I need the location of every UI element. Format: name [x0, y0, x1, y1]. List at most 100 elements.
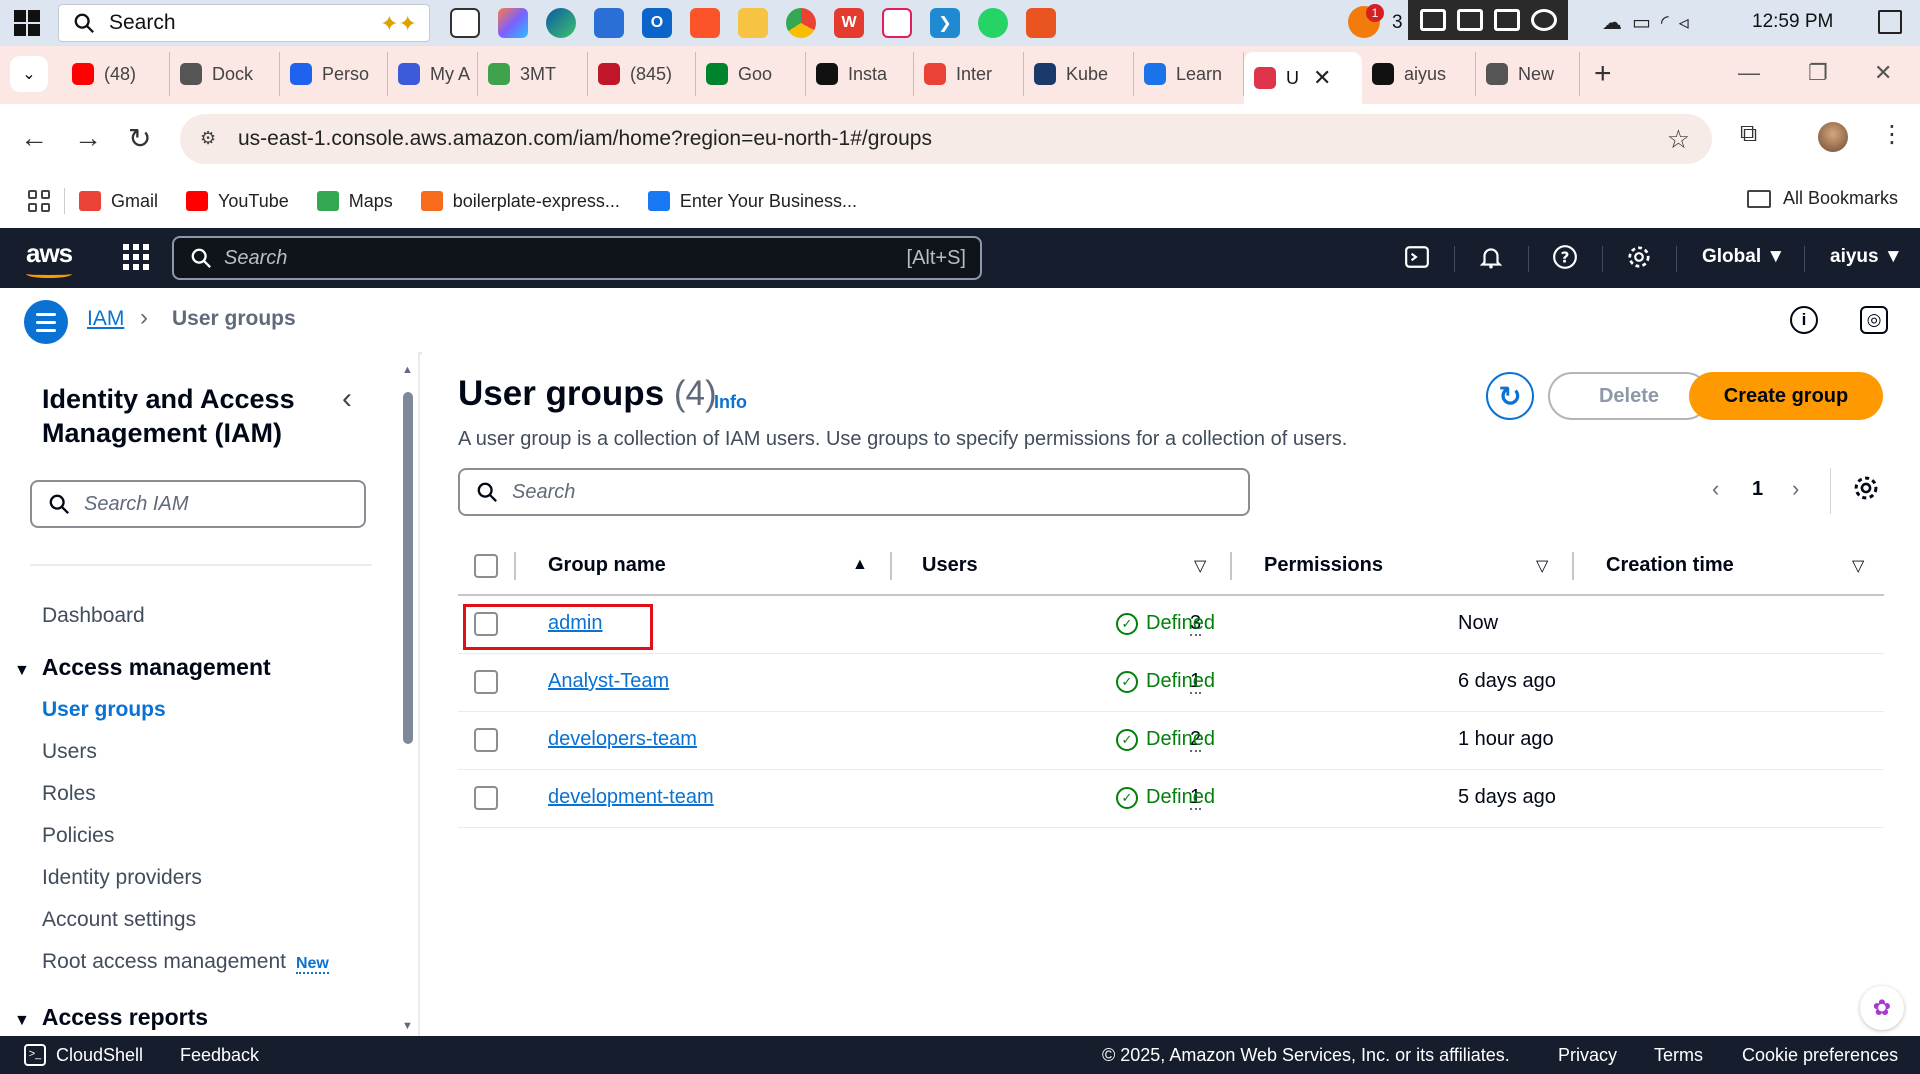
- outlook-icon[interactable]: O: [642, 8, 672, 38]
- aws-logo[interactable]: aws: [26, 238, 73, 269]
- address-bar[interactable]: ⚙ us-east-1.console.aws.amazon.com/iam/h…: [180, 114, 1712, 164]
- copilot-icon[interactable]: [498, 8, 528, 38]
- screen-capture-toolbar[interactable]: [1408, 0, 1568, 40]
- sort-icon[interactable]: ▽: [1536, 556, 1548, 576]
- browser-tab[interactable]: Inter: [914, 52, 1024, 96]
- aws-search-input[interactable]: Search [Alt+S]: [172, 236, 982, 280]
- browser-tab[interactable]: U ✕: [1244, 52, 1362, 104]
- browser-tab[interactable]: My A: [388, 52, 478, 96]
- column-header-users[interactable]: Users: [922, 554, 978, 577]
- services-grid-icon[interactable]: [123, 244, 149, 270]
- scroll-up-icon[interactable]: ▲: [402, 364, 413, 376]
- group-name-link[interactable]: Analyst-Team: [548, 670, 669, 693]
- sidebar-scrollbar[interactable]: ▲ ▼: [400, 364, 414, 1032]
- cloudshell-icon[interactable]: >_: [24, 1044, 46, 1066]
- minimize-icon[interactable]: —: [1738, 60, 1760, 86]
- reload-icon[interactable]: ↻: [128, 122, 151, 155]
- extensions-icon[interactable]: ⧉: [1740, 120, 1757, 148]
- column-header-group-name[interactable]: Group name: [548, 554, 666, 577]
- slack-icon[interactable]: [882, 8, 912, 38]
- settings-icon[interactable]: [1530, 9, 1557, 31]
- sort-ascending-icon[interactable]: ▲: [852, 556, 868, 574]
- gear-icon[interactable]: [1624, 242, 1654, 272]
- taskbar-search[interactable]: Search ✦✦: [58, 4, 430, 42]
- new-tab-plus-icon[interactable]: +: [1594, 52, 1612, 104]
- cloudshell-icon[interactable]: [1402, 242, 1432, 272]
- group-name-link[interactable]: developers-team: [548, 728, 697, 751]
- sidebar-item-users[interactable]: Users: [42, 740, 97, 764]
- sort-icon[interactable]: ▽: [1194, 556, 1206, 576]
- chrome-icon[interactable]: [786, 8, 816, 38]
- browser-tab[interactable]: Kube: [1024, 52, 1134, 96]
- current-page[interactable]: 1: [1752, 478, 1763, 501]
- security-panel-icon[interactable]: ◎: [1860, 306, 1888, 334]
- system-tray-icons[interactable]: ☁▭◜◃: [1602, 10, 1699, 35]
- group-name-link[interactable]: development-team: [548, 786, 714, 809]
- browser-tab[interactable]: Dock: [170, 52, 280, 96]
- bell-icon[interactable]: [1476, 242, 1506, 272]
- back-arrow-icon[interactable]: ←: [20, 122, 48, 154]
- windows-start-icon[interactable]: [14, 10, 40, 36]
- task-view-icon[interactable]: [450, 8, 480, 38]
- file-explorer-icon[interactable]: [738, 8, 768, 38]
- notification-center-icon[interactable]: [1878, 10, 1902, 34]
- bookmark-item[interactable]: Enter Your Business...: [647, 191, 857, 212]
- groups-search-input[interactable]: Search: [458, 468, 1250, 516]
- create-group-button[interactable]: Create group: [1689, 372, 1883, 420]
- terms-link[interactable]: Terms: [1654, 1045, 1703, 1066]
- restore-icon[interactable]: ❐: [1808, 60, 1828, 86]
- bookmark-star-icon[interactable]: ☆: [1667, 124, 1690, 155]
- bookmark-item[interactable]: boilerplate-express...: [420, 191, 620, 212]
- browser-tab[interactable]: (845): [588, 52, 696, 96]
- close-tab-icon[interactable]: ✕: [1313, 65, 1331, 91]
- browser-tab[interactable]: Goo: [696, 52, 806, 96]
- browser-tab[interactable]: (48): [62, 52, 170, 96]
- vscode-icon[interactable]: ❯: [930, 8, 960, 38]
- brave-icon[interactable]: [690, 8, 720, 38]
- cookie-preferences-link[interactable]: Cookie preferences: [1742, 1045, 1898, 1066]
- store-icon[interactable]: [594, 8, 624, 38]
- apps-grid-icon[interactable]: [28, 190, 50, 212]
- sidebar-section-access-reports[interactable]: ▼ Access reports: [14, 1004, 208, 1031]
- close-window-icon[interactable]: ✕: [1874, 60, 1892, 86]
- ubuntu-icon[interactable]: [1026, 8, 1056, 38]
- browser-tab[interactable]: Insta: [806, 52, 914, 96]
- account-menu[interactable]: aiyus ▼: [1830, 246, 1903, 268]
- group-name-link[interactable]: admin: [548, 612, 602, 635]
- table-settings-gear-icon[interactable]: [1852, 474, 1880, 502]
- sidebar-item-roles[interactable]: Roles: [42, 782, 96, 806]
- browser-tab[interactable]: Learn: [1134, 52, 1244, 96]
- camera-icon[interactable]: [1419, 9, 1446, 31]
- forward-arrow-icon[interactable]: →: [74, 122, 102, 154]
- row-checkbox[interactable]: [474, 728, 498, 752]
- scroll-down-icon[interactable]: ▼: [402, 1020, 413, 1032]
- row-checkbox[interactable]: [474, 612, 498, 636]
- sidebar-item-identity-providers[interactable]: Identity providers: [42, 866, 202, 890]
- profile-avatar[interactable]: [1818, 122, 1848, 152]
- all-bookmarks[interactable]: All Bookmarks: [1746, 188, 1898, 209]
- bookmark-item[interactable]: Maps: [316, 191, 393, 212]
- row-checkbox[interactable]: [474, 670, 498, 694]
- info-panel-icon[interactable]: i: [1790, 306, 1818, 334]
- url-text[interactable]: us-east-1.console.aws.amazon.com/iam/hom…: [238, 127, 932, 151]
- prev-page-icon[interactable]: ‹: [1712, 476, 1719, 502]
- copilot-sparkle-icon[interactable]: ✦✦: [380, 11, 417, 37]
- cloudshell-link[interactable]: CloudShell: [56, 1045, 143, 1066]
- bookmark-item[interactable]: Gmail: [79, 191, 158, 212]
- next-page-icon[interactable]: ›: [1792, 476, 1799, 502]
- edge-icon[interactable]: [546, 8, 576, 38]
- column-header-permissions[interactable]: Permissions: [1264, 554, 1383, 577]
- column-header-creation-time[interactable]: Creation time: [1606, 554, 1734, 577]
- whatsapp-icon[interactable]: [978, 8, 1008, 38]
- browser-tab[interactable]: Perso: [280, 52, 388, 96]
- sidebar-item-dashboard[interactable]: Dashboard: [42, 604, 145, 628]
- feedback-link[interactable]: Feedback: [180, 1045, 259, 1066]
- browser-tab[interactable]: 3MT: [478, 52, 588, 96]
- privacy-link[interactable]: Privacy: [1558, 1045, 1617, 1066]
- info-link[interactable]: Info: [714, 392, 747, 413]
- bookmark-item[interactable]: YouTube: [186, 191, 289, 212]
- sidebar-item-account-settings[interactable]: Account settings: [42, 908, 196, 932]
- site-info-icon[interactable]: ⚙: [200, 128, 222, 150]
- select-all-checkbox[interactable]: [474, 554, 498, 578]
- sort-icon[interactable]: ▽: [1852, 556, 1864, 576]
